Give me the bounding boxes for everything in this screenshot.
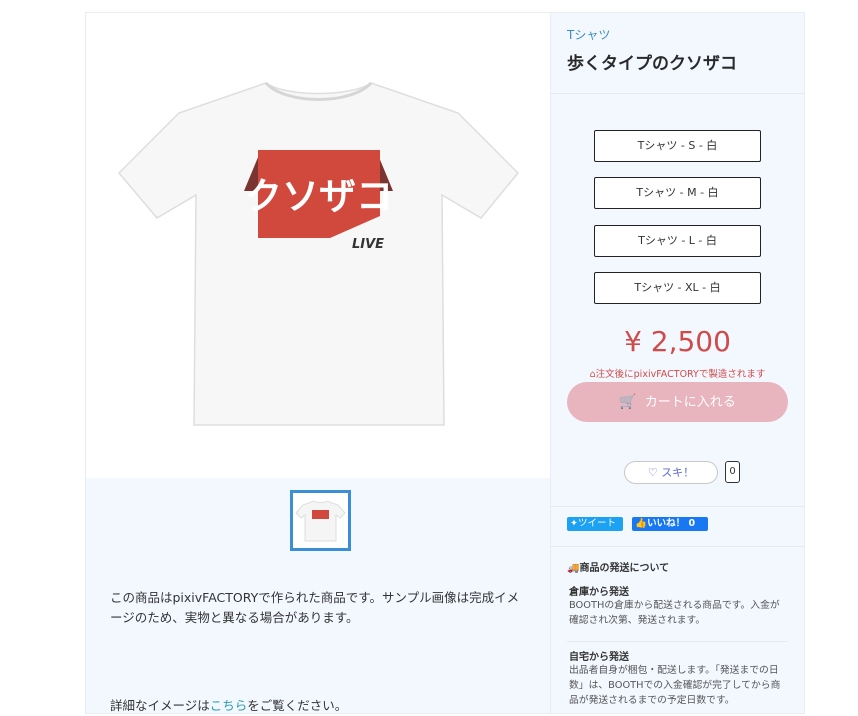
product-title: 歩くタイプのクソザコ	[567, 54, 737, 74]
tweet-label: ツイート	[577, 518, 616, 529]
thumbnail-1[interactable]	[290, 490, 351, 551]
fb-like-label: いいね！ 0	[647, 518, 696, 529]
shirt-sub-text: LIVE	[352, 237, 384, 252]
variant-option-xl[interactable]: Tシャツ - XL - 白	[594, 272, 761, 304]
tshirt-thumbnail-icon	[295, 500, 346, 542]
self-ship-body: 出品者自身が梱包・配送します。「発送までの日数」は、BOOTHでの入金確認が完了…	[569, 665, 781, 706]
add-to-cart-button[interactable]: 🛒 カートに入れる	[567, 382, 788, 422]
heart-icon: ♡	[647, 466, 658, 479]
detail-prefix: 詳細なイメージは	[110, 698, 210, 713]
variant-option-s[interactable]: Tシャツ - S - 白	[594, 130, 761, 162]
warehouse-body: BOOTHの倉庫から配送される商品です。入金が確認され次第、発送されます。	[569, 600, 780, 626]
detail-image-note: 詳細なイメージはこちらをご覧ください。	[110, 696, 530, 716]
product-gallery: クソザコ LIVE この商品はpixivFACTORYで作られた商品です。サンプ…	[85, 12, 551, 714]
facebook-like-button[interactable]: 👍いいね！ 0	[632, 517, 708, 531]
variant-option-l[interactable]: Tシャツ - L - 白	[594, 225, 761, 257]
divider	[567, 641, 787, 642]
shipping-heading: 🚚商品の発送について	[567, 559, 669, 574]
twitter-bird-icon: ✦	[567, 518, 578, 529]
warehouse-title: 倉庫から発送	[569, 587, 629, 598]
divider	[551, 93, 804, 94]
tshirt-image: クソザコ LIVE	[117, 81, 520, 426]
product-main-image[interactable]: クソザコ LIVE	[86, 13, 551, 478]
self-ship-title: 自宅から発送	[569, 652, 629, 663]
shirt-logo-text: クソザコ	[245, 175, 393, 218]
factory-notice: ⌂注文後にpixivFACTORYで製造されます	[551, 366, 804, 380]
variant-option-m[interactable]: Tシャツ - M - 白	[594, 177, 761, 209]
thumbs-up-icon: 👍	[632, 518, 648, 529]
cart-label: カートに入れる	[644, 395, 736, 410]
like-label: スキ！	[661, 466, 695, 479]
category-link[interactable]: Tシャツ	[567, 26, 610, 43]
factory-notice-text: 注文後にpixivFACTORYで製造されます	[595, 369, 766, 380]
truck-icon: 🚚	[567, 563, 580, 574]
divider	[551, 546, 804, 547]
detail-link[interactable]: こちら	[210, 698, 248, 713]
like-count: 0	[725, 461, 740, 483]
tweet-button[interactable]: ✦ツイート	[567, 517, 623, 531]
product-info-panel: Tシャツ 歩くタイプのクソザコ Tシャツ - S - 白 Tシャツ - M - …	[550, 12, 805, 714]
price: ¥ 2,500	[624, 325, 731, 358]
like-button[interactable]: ♡ スキ！	[624, 461, 718, 484]
divider	[551, 506, 804, 507]
product-description: この商品はpixivFACTORYで作られた商品です。サンプル画像は完成イメージ…	[110, 590, 520, 625]
shipping-heading-text: 商品の発送について	[579, 563, 670, 574]
cart-icon: 🛒	[619, 394, 637, 410]
detail-suffix: をご覧ください。	[247, 698, 348, 713]
